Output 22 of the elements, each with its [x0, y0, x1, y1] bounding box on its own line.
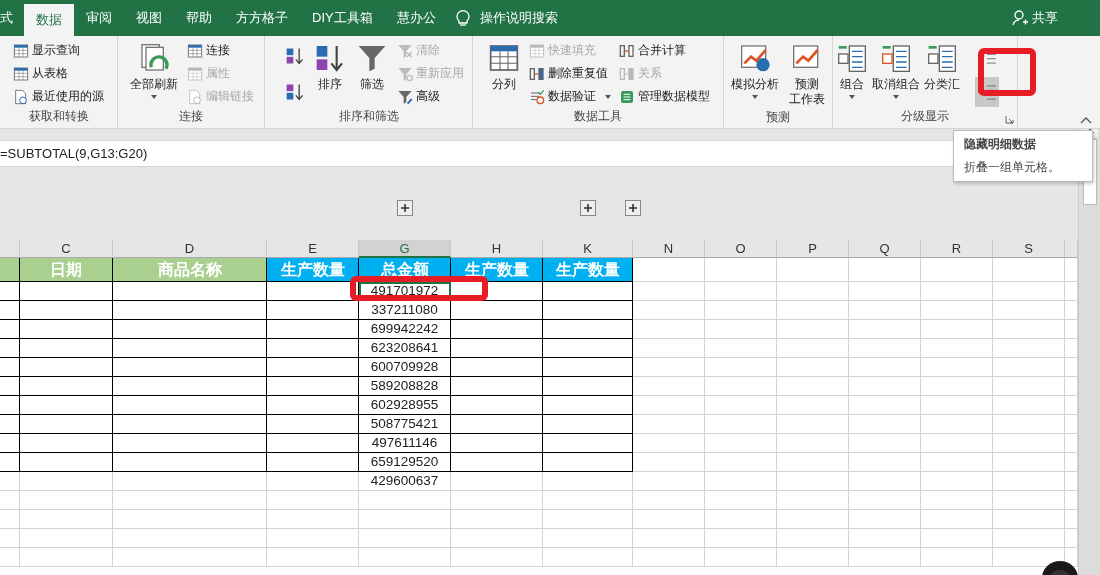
header-cell: 生产数量: [451, 258, 543, 282]
header-cell: 商品名称: [113, 258, 267, 282]
table-cell: 699942242: [359, 320, 451, 339]
header-cell: 生产数量: [543, 258, 633, 282]
table-cell: 600709928: [359, 358, 451, 377]
group-label: 连接: [179, 108, 203, 125]
table-cell: 429600637: [359, 472, 451, 491]
group-label: 数据工具: [574, 108, 622, 125]
group-label: 获取和转换: [28, 108, 89, 125]
table-cell: 623208641: [359, 339, 451, 358]
header-cell: 日期: [20, 258, 113, 282]
table-cell: 589208828: [359, 377, 451, 396]
table-cell: 659129520: [359, 453, 451, 472]
table-cell: 491701972: [359, 282, 451, 301]
header-cell: 生产数量: [267, 258, 359, 282]
group-label: 预测: [766, 109, 790, 126]
table-cell: 508775421: [359, 415, 451, 434]
table-cell: 602928955: [359, 396, 451, 415]
table-cell: 497611146: [359, 434, 451, 453]
group-label: 分级显示: [901, 108, 949, 125]
table-cell: 337211080: [359, 301, 451, 320]
group-label: 排序和筛选: [338, 108, 399, 125]
